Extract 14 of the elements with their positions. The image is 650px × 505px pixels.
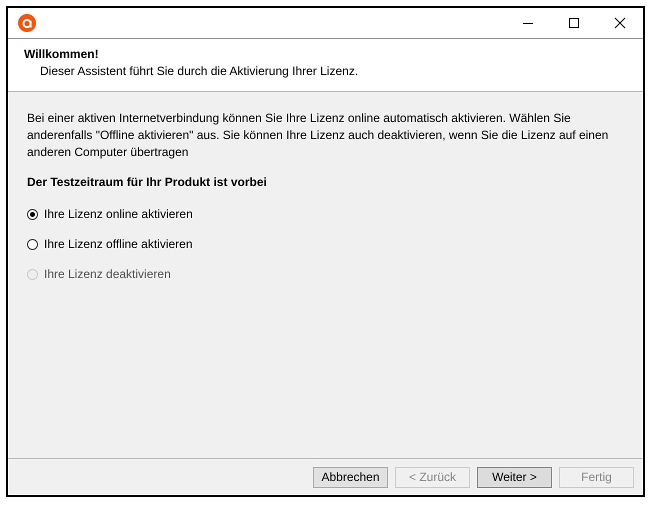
- maximize-icon[interactable]: [568, 17, 580, 29]
- header-title: Willkommen!: [24, 47, 100, 61]
- app-logo-icon: [18, 14, 36, 32]
- notice-text: Der Testzeitraum für Ihr Produkt ist vorbei: [27, 175, 268, 189]
- close-icon[interactable]: [614, 17, 626, 29]
- wizard-button[interactable]: Weiter >: [477, 466, 552, 488]
- header-subtitle: Dieser Assistent führt Sie durch die Aktivierung Ihrer Lizenz.: [39, 64, 360, 78]
- option-label: Ihre Lizenz offline aktivieren: [44, 237, 193, 251]
- option-label: Ihre Lizenz online aktivieren: [44, 207, 193, 221]
- radio-button[interactable]: [27, 208, 38, 220]
- wizard-button[interactable]: Abbrechen: [313, 466, 388, 488]
- option-label: Ihre Lizenz deaktivieren: [44, 267, 171, 281]
- radio-button[interactable]: [27, 238, 38, 250]
- intro-text: Bei einer aktiven Internetverbindung können Sie Ihre Lizenz online automatisch aktivieren. Wählen Sie anderenfalls "Offline aktivieren" aus. Sie können Ihre Lizenz auch deaktivieren, wenn Sie die Lizenz auf einen anderen Computer übertragen: [27, 110, 610, 161]
